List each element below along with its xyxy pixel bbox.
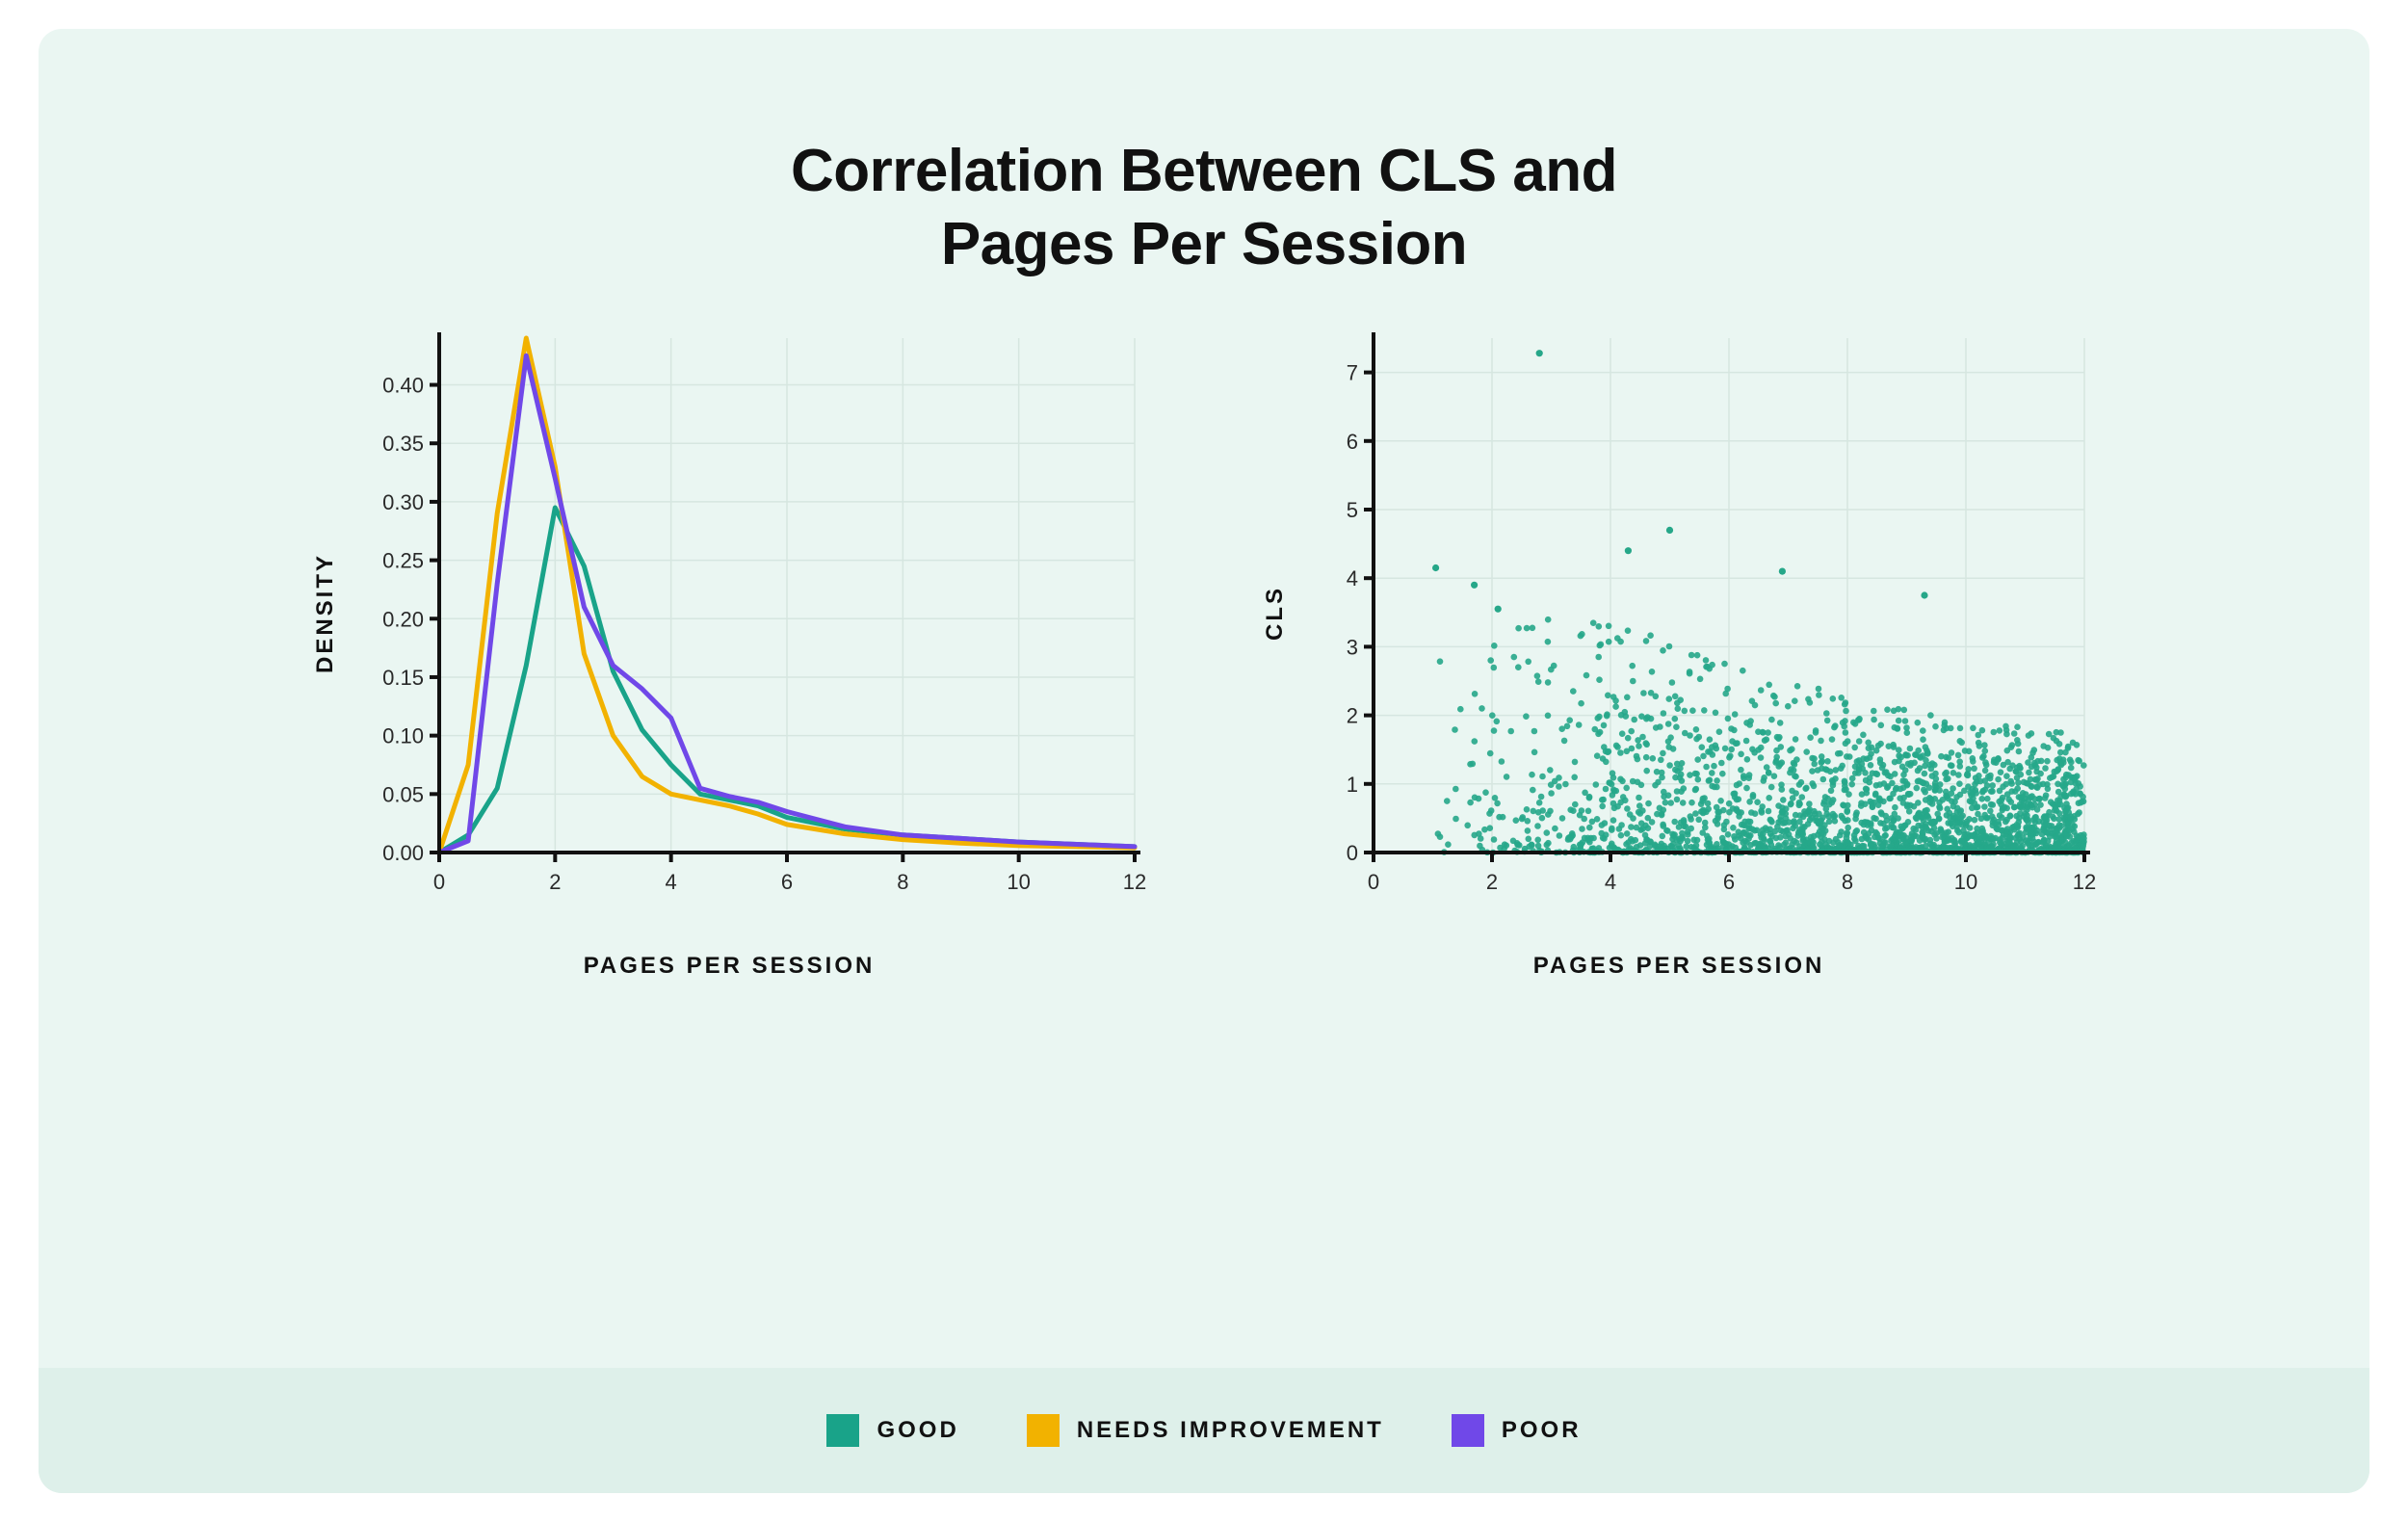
svg-text:0: 0 <box>433 870 445 894</box>
scatter-ylabel: CLS <box>1262 586 1289 641</box>
swatch-poor <box>1452 1414 1484 1447</box>
legend-item-poor: POOR <box>1452 1414 1582 1447</box>
svg-text:10: 10 <box>1007 870 1030 894</box>
svg-text:5: 5 <box>1347 498 1358 522</box>
svg-text:3: 3 <box>1347 636 1358 660</box>
page-title: Correlation Between CLS and Pages Per Se… <box>39 29 2369 280</box>
svg-text:6: 6 <box>1723 870 1735 894</box>
legend-bar: GOOD NEEDS IMPROVEMENT POOR <box>39 1368 2369 1493</box>
svg-text:12: 12 <box>1123 870 1146 894</box>
svg-text:0.40: 0.40 <box>382 374 424 398</box>
legend-item-needs-improvement: NEEDS IMPROVEMENT <box>1027 1414 1384 1447</box>
svg-text:12: 12 <box>2073 870 2096 894</box>
title-line-2: Pages Per Session <box>941 211 1467 277</box>
density-xlabel: PAGES PER SESSION <box>584 953 876 980</box>
svg-text:7: 7 <box>1347 361 1358 385</box>
svg-text:0.35: 0.35 <box>382 432 424 456</box>
svg-text:8: 8 <box>897 870 908 894</box>
legend-label-needs: NEEDS IMPROVEMENT <box>1077 1417 1384 1444</box>
svg-text:4: 4 <box>1347 566 1358 590</box>
scatter-plot: 01234567024681012 <box>1306 319 2096 906</box>
scatter-xlabel: PAGES PER SESSION <box>1533 953 1825 980</box>
svg-text:6: 6 <box>1347 430 1358 454</box>
svg-text:8: 8 <box>1842 870 1853 894</box>
svg-text:0.20: 0.20 <box>382 608 424 632</box>
legend-item-good: GOOD <box>826 1414 958 1447</box>
svg-text:4: 4 <box>1605 870 1616 894</box>
svg-text:1: 1 <box>1347 773 1358 797</box>
svg-text:2: 2 <box>549 870 561 894</box>
charts-row: DENSITY 0.00 0.05 0.10 0.15 0.20 0.25 0.30 0.35… <box>39 319 2369 980</box>
chart-card: Correlation Between CLS and Pages Per Se… <box>39 29 2369 1493</box>
density-chart-block: DENSITY 0.00 0.05 0.10 0.15 0.20 0.25 0.30 0.35… <box>312 319 1146 980</box>
svg-text:4: 4 <box>666 870 677 894</box>
density-plot: 0.00 0.05 0.10 0.15 0.20 0.25 0.30 0.35 0.40 0 2 4 6… <box>356 319 1146 906</box>
svg-text:0.10: 0.10 <box>382 724 424 748</box>
svg-text:10: 10 <box>1954 870 1977 894</box>
svg-text:6: 6 <box>781 870 793 894</box>
svg-text:0.05: 0.05 <box>382 783 424 807</box>
svg-text:2: 2 <box>1486 870 1498 894</box>
svg-text:0.15: 0.15 <box>382 666 424 690</box>
swatch-needs-improvement <box>1027 1414 1060 1447</box>
legend-label-poor: POOR <box>1502 1417 1582 1444</box>
svg-text:2: 2 <box>1347 704 1358 728</box>
svg-text:0.30: 0.30 <box>382 490 424 514</box>
density-ylabel: DENSITY <box>312 553 339 673</box>
scatter-chart-block: CLS 01234567024681012 PAGES PER SESSION <box>1262 319 2096 980</box>
svg-text:0: 0 <box>1347 841 1358 865</box>
legend-label-good: GOOD <box>877 1417 958 1444</box>
svg-text:0.00: 0.00 <box>382 841 424 865</box>
swatch-good <box>826 1414 859 1447</box>
title-line-1: Correlation Between CLS and <box>791 138 1617 204</box>
svg-text:0: 0 <box>1368 870 1379 894</box>
svg-text:0.25: 0.25 <box>382 549 424 573</box>
